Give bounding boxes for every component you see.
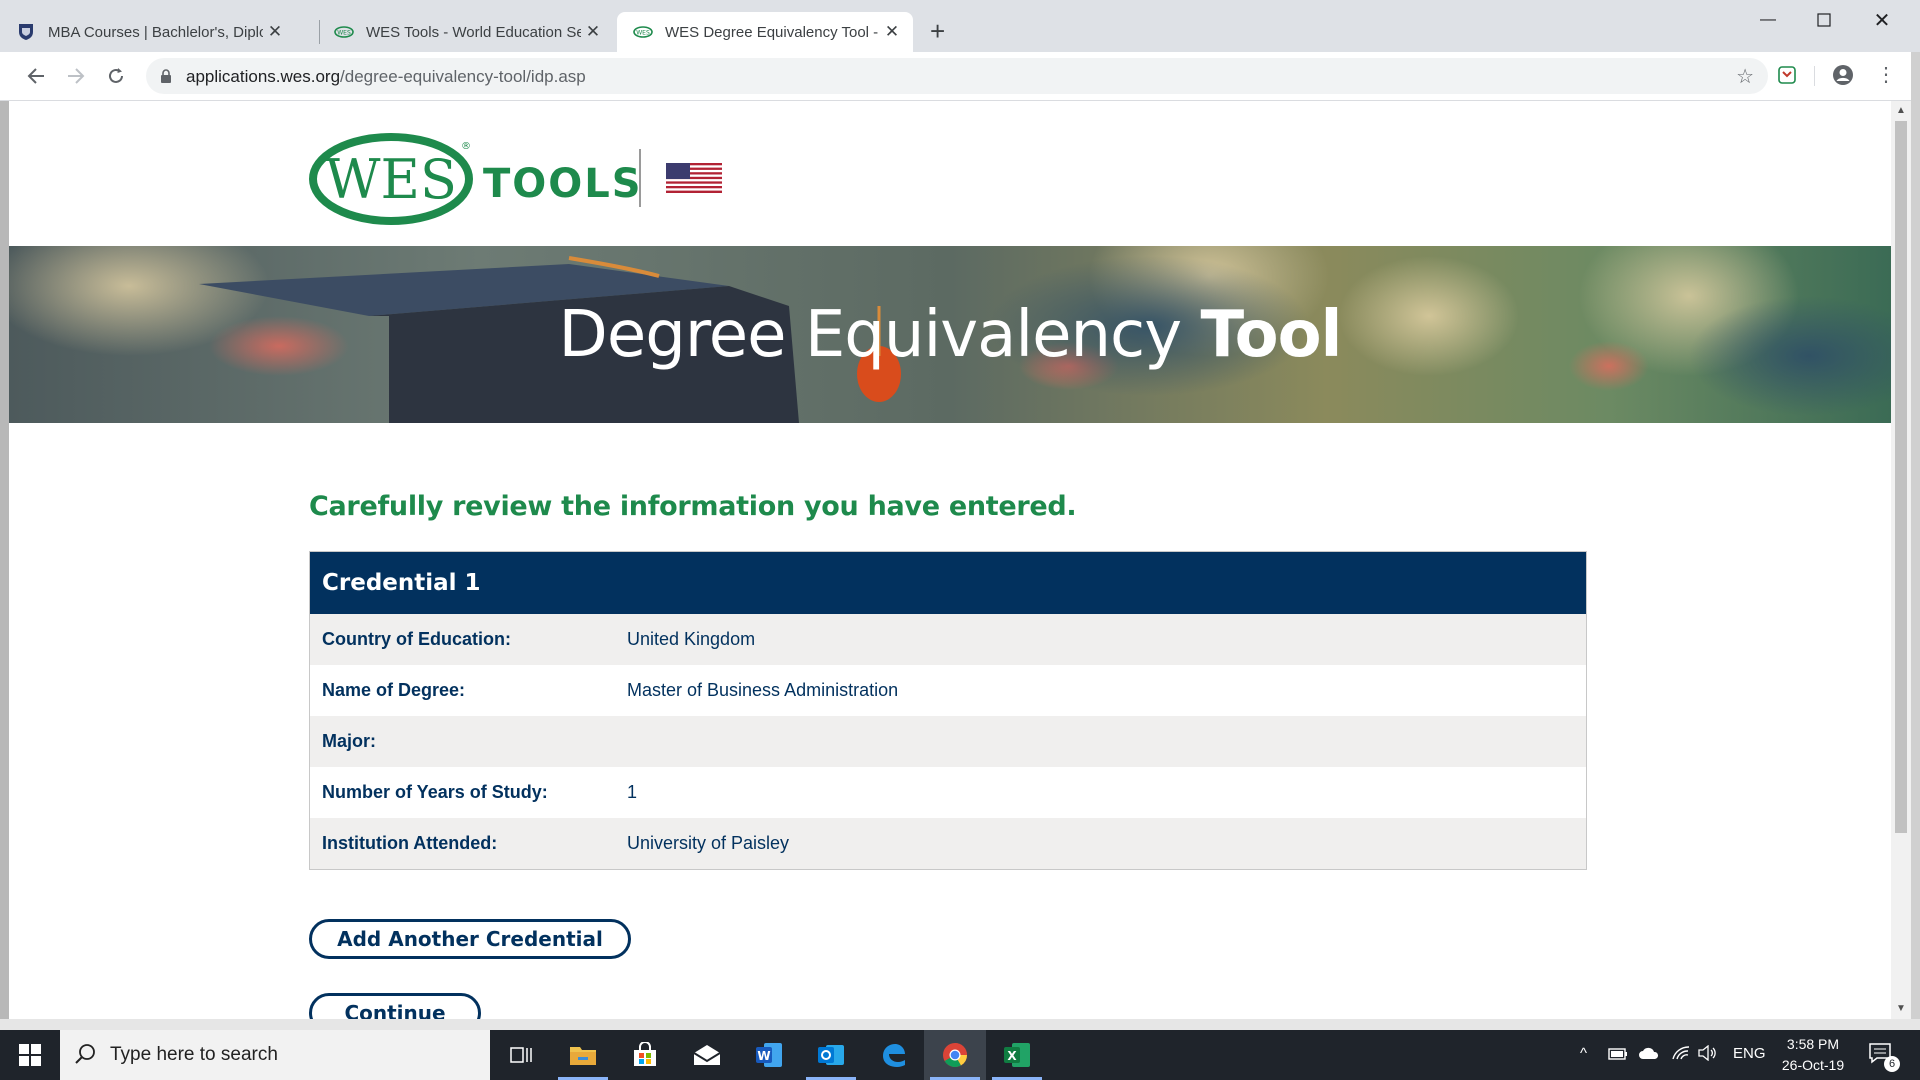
credential-row-degree: Name of Degree: Master of Business Admin… [310, 665, 1586, 716]
wes-icon: WES [633, 24, 653, 40]
row-value: Master of Business Administration [627, 680, 899, 700]
svg-text:WES: WES [337, 30, 351, 37]
microsoft-store-icon[interactable] [614, 1030, 676, 1080]
row-value: 1 [627, 782, 638, 802]
outlook-icon[interactable] [800, 1030, 862, 1080]
logo-tools-text: TOOLS [483, 161, 643, 207]
close-tab-icon[interactable]: ✕ [880, 22, 904, 42]
add-another-credential-button[interactable]: Add Another Credential [309, 919, 631, 959]
language-indicator[interactable]: ENG [1733, 1045, 1766, 1062]
credential-rows: Country of Education: United Kingdom Nam… [310, 614, 1586, 869]
search-icon [74, 1043, 96, 1070]
extension-icon[interactable] [1777, 64, 1797, 91]
excel-icon[interactable]: X [986, 1030, 1048, 1080]
menu-kebab-icon[interactable]: ⋮ [1876, 62, 1896, 87]
tab-wes-degree-tool[interactable]: WES WES Degree Equivalency Tool - W ✕ [617, 12, 913, 52]
tab-title: WES Tools - World Education Ser [366, 23, 581, 41]
word-icon[interactable]: W [738, 1030, 800, 1080]
browser-toolbar: applications.wes.org/degree-equivalency-… [0, 52, 1920, 101]
task-view-icon[interactable] [490, 1030, 552, 1080]
url-path: /degree-equivalency-tool/idp.asp [340, 67, 586, 86]
window-bottom-edge [0, 1019, 1920, 1030]
toolbar-divider [1814, 66, 1815, 86]
close-window-icon[interactable]: ✕ [1854, 0, 1910, 40]
address-bar[interactable]: applications.wes.org/degree-equivalency-… [146, 58, 1768, 94]
tab-strip: MBA Courses | Bachlelor's, Diplom ✕ WES … [0, 0, 1920, 52]
url-text: applications.wes.org/degree-equivalency-… [186, 67, 586, 87]
clock-time: 3:58 PM [1786, 1036, 1840, 1052]
windows-taskbar: Type here to search W X ^ ENG 3:58 PM 26… [0, 1030, 1920, 1080]
wifi-icon[interactable] [1672, 1045, 1690, 1065]
chrome-icon[interactable] [924, 1030, 986, 1080]
scrollbar-thumb[interactable] [1895, 121, 1907, 833]
logo-wordmark: WES [325, 148, 457, 211]
logo-divider [639, 149, 641, 207]
credential-title: Credential 1 [310, 552, 1586, 614]
taskbar-search-box[interactable]: Type here to search [60, 1030, 490, 1080]
battery-icon[interactable] [1608, 1047, 1628, 1064]
row-value: University of Paisley [627, 833, 790, 853]
svg-text:®: ® [461, 141, 471, 152]
row-label: Number of Years of Study: [322, 782, 548, 802]
close-tab-icon[interactable]: ✕ [263, 22, 287, 42]
us-flag-icon[interactable] [666, 163, 722, 198]
onedrive-cloud-icon[interactable] [1638, 1046, 1660, 1064]
right-edge [1911, 52, 1920, 1019]
row-label: Major: [322, 731, 376, 751]
page-scrollbar[interactable]: ▲ ▼ [1891, 101, 1911, 1019]
volume-icon[interactable] [1698, 1044, 1718, 1065]
file-explorer-icon[interactable] [552, 1030, 614, 1080]
row-label: Name of Degree: [322, 680, 466, 700]
profile-icon[interactable] [1832, 64, 1854, 91]
reload-icon[interactable] [102, 62, 130, 90]
row-value: United Kingdom [627, 629, 756, 649]
url-host: applications.wes.org [186, 67, 341, 86]
credential-row-years: Number of Years of Study: 1 [310, 767, 1586, 818]
page-content: WES ® TOOLS Degree Equivalency Tool Care… [9, 101, 1891, 1019]
credential-row-country: Country of Education: United Kingdom [310, 614, 1586, 665]
edge-icon[interactable] [862, 1030, 924, 1080]
new-tab-icon[interactable]: + [930, 16, 945, 47]
credential-row-institution: Institution Attended: University of Pais… [310, 818, 1586, 869]
hero-title-bold: Tool [1200, 298, 1342, 372]
wes-logo[interactable]: WES ® [309, 131, 477, 232]
university-crest-icon [16, 24, 36, 40]
close-tab-icon[interactable]: ✕ [581, 22, 605, 42]
review-heading: Carefully review the information you hav… [309, 491, 1077, 522]
show-hidden-icons-icon[interactable]: ^ [1580, 1045, 1587, 1062]
notification-badge: 6 [1884, 1056, 1900, 1072]
hero-title-light: Degree Equivalency [558, 298, 1201, 372]
tab-title: WES Degree Equivalency Tool - W [665, 23, 880, 41]
forward-icon[interactable] [62, 62, 90, 90]
bookmark-star-icon[interactable]: ☆ [1736, 64, 1754, 89]
credential-card: Credential 1 Country of Education: Unite… [309, 551, 1587, 870]
windows-start-icon[interactable] [0, 1030, 60, 1080]
taskbar-clock[interactable]: 3:58 PM 26-Oct-19 [1768, 1034, 1858, 1076]
svg-text:W: W [757, 1049, 770, 1063]
maximize-icon[interactable] [1796, 0, 1852, 40]
search-placeholder: Type here to search [110, 1044, 278, 1065]
row-label: Country of Education: [322, 629, 511, 649]
hero-banner: Degree Equivalency Tool [9, 246, 1891, 423]
wes-icon: WES [334, 24, 354, 40]
lock-icon [160, 68, 172, 89]
svg-text:X: X [1007, 1049, 1017, 1063]
back-icon[interactable] [22, 62, 50, 90]
clock-date: 26-Oct-19 [1781, 1057, 1845, 1073]
credential-row-major: Major: [310, 716, 1586, 767]
left-edge [0, 101, 9, 1019]
mail-icon[interactable] [676, 1030, 738, 1080]
svg-text:WES: WES [636, 30, 650, 37]
scroll-up-icon[interactable]: ▲ [1896, 105, 1906, 116]
tab-wes-tools[interactable]: WES WES Tools - World Education Ser ✕ [318, 12, 605, 52]
hero-title: Degree Equivalency Tool [9, 298, 1891, 372]
tab-mba-courses[interactable]: MBA Courses | Bachlelor's, Diplom ✕ [0, 12, 287, 52]
minimize-icon[interactable]: — [1740, 0, 1796, 40]
row-label: Institution Attended: [322, 833, 498, 853]
tab-title: MBA Courses | Bachlelor's, Diplom [48, 23, 263, 41]
continue-button[interactable]: Continue [309, 993, 481, 1019]
scroll-down-icon[interactable]: ▼ [1896, 1003, 1906, 1014]
